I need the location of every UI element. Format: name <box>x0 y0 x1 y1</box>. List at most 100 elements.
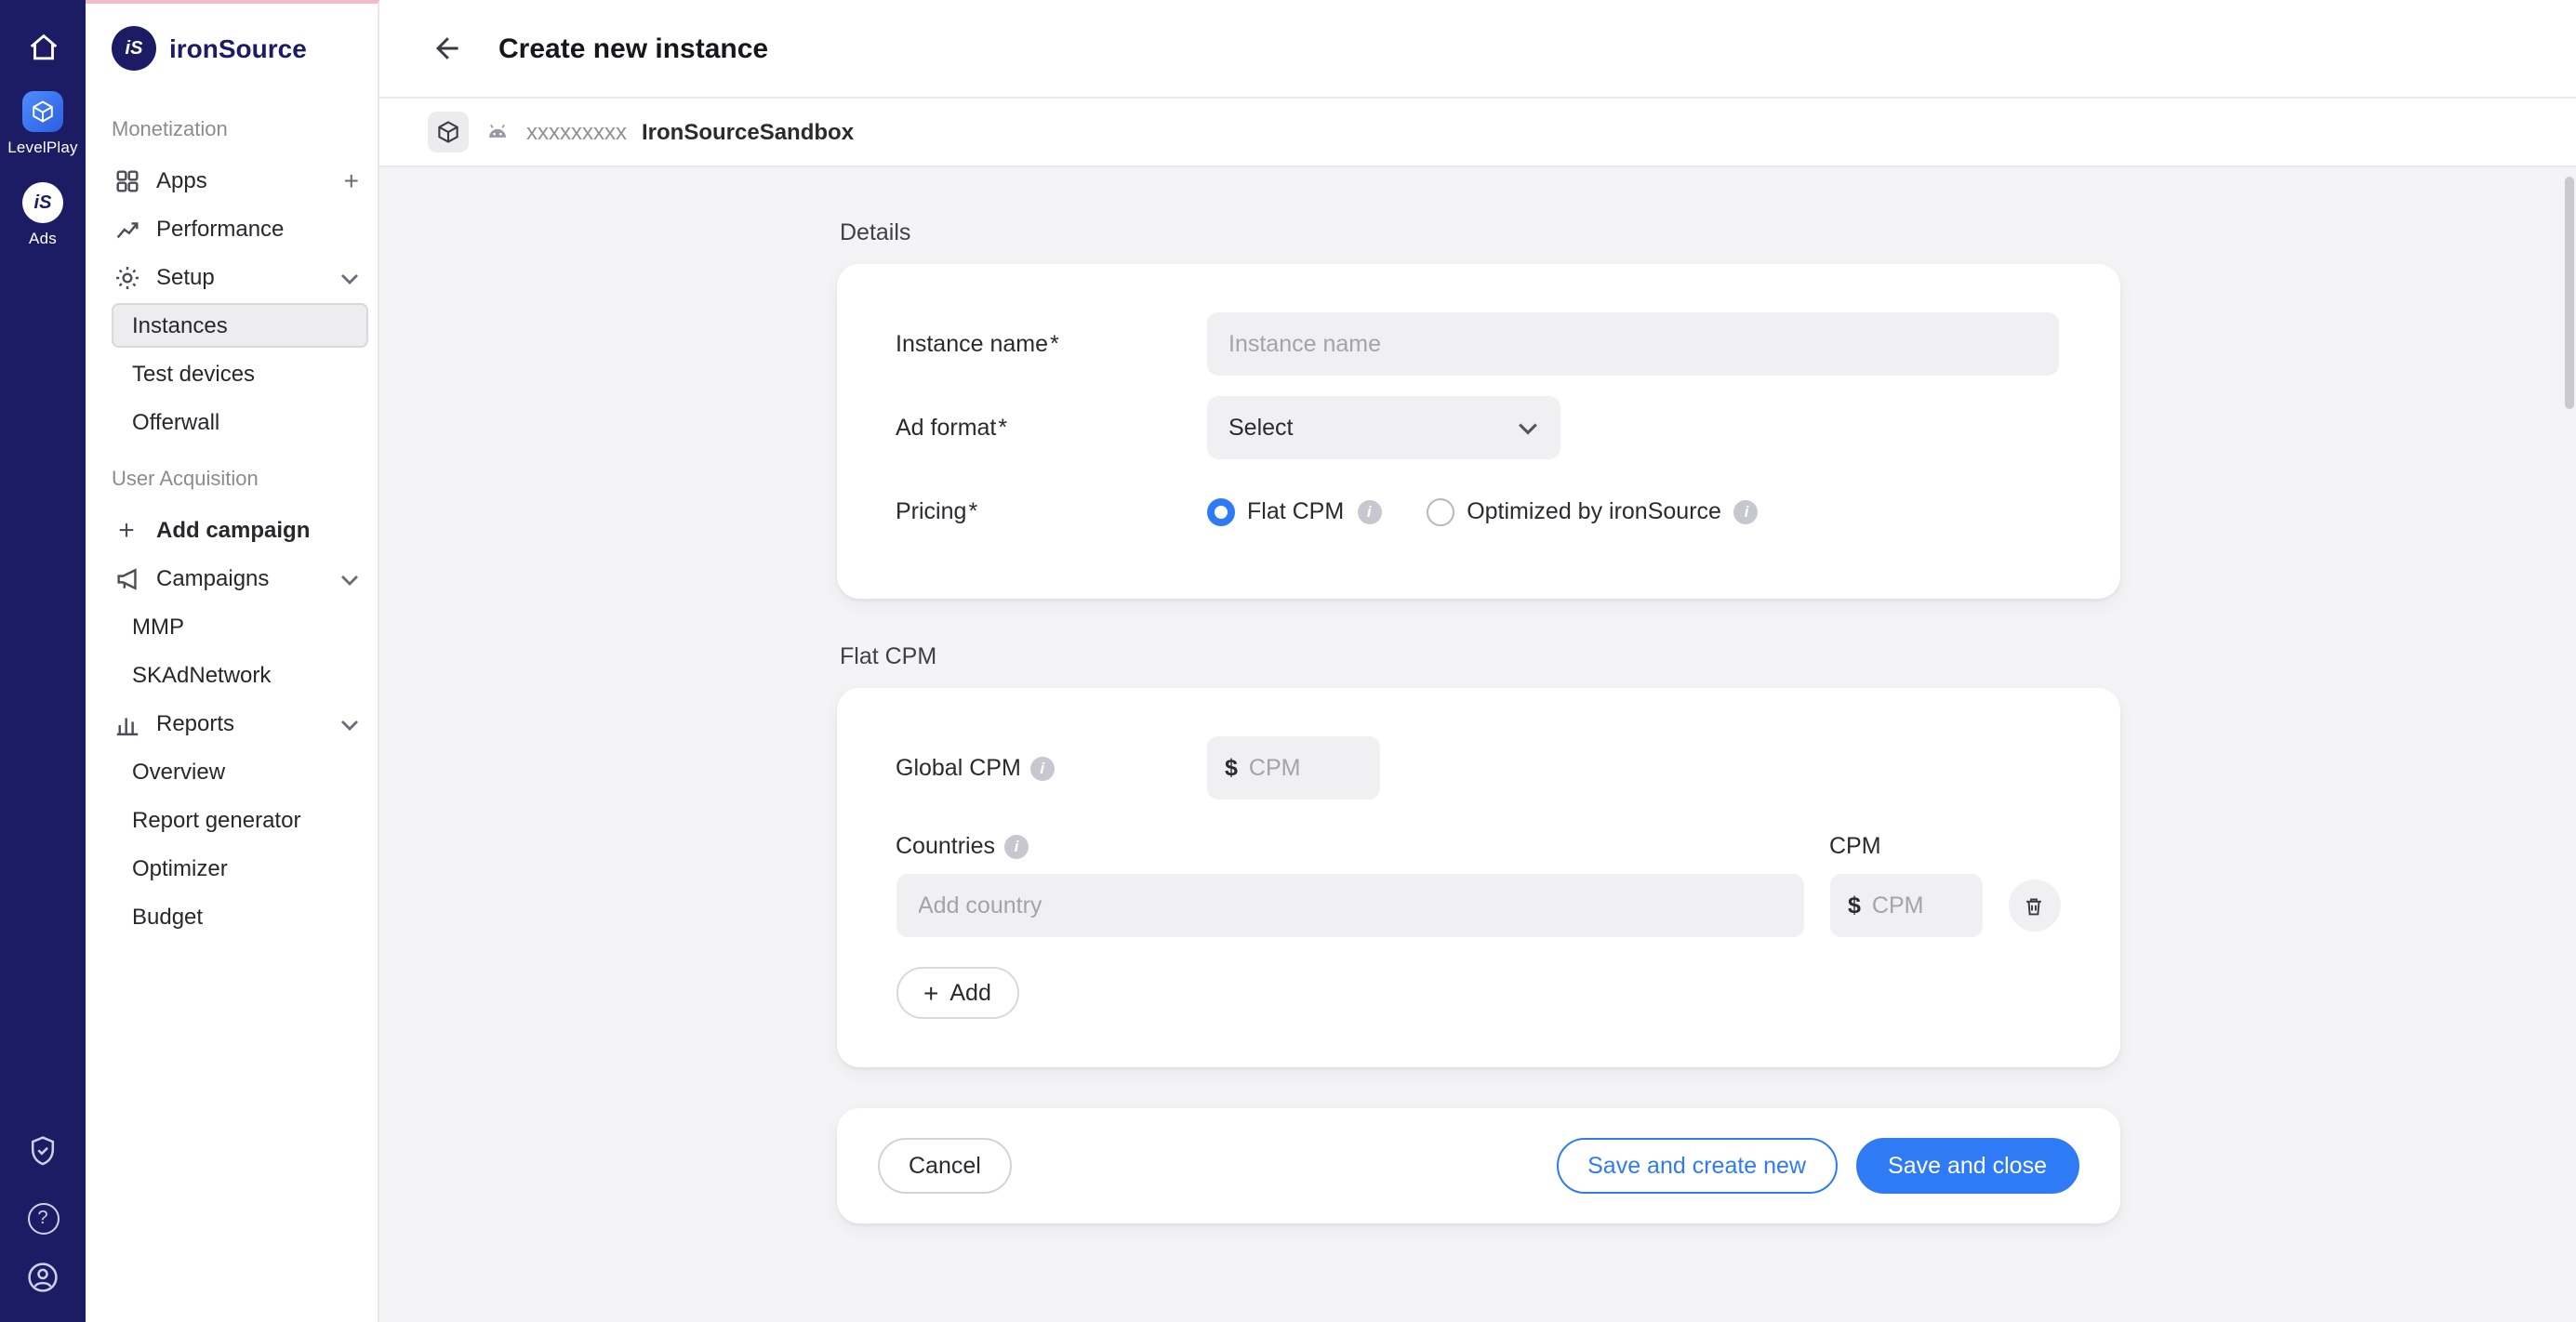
required-asterisk: * <box>998 415 1007 441</box>
required-asterisk: * <box>968 498 977 524</box>
plus-icon: + <box>112 515 141 545</box>
help-icon[interactable]: ? <box>27 1203 59 1235</box>
ironsource-logo-icon: iS <box>112 26 156 71</box>
info-icon[interactable]: i <box>1030 756 1055 780</box>
ad-format-select[interactable]: Select <box>1206 396 1560 459</box>
info-icon[interactable]: i <box>1357 499 1381 523</box>
plus-icon: + <box>923 980 938 1006</box>
brand-logo[interactable]: iS ironSource <box>86 26 378 71</box>
bar-chart-icon <box>112 708 141 738</box>
delete-country-button[interactable] <box>2008 879 2060 932</box>
main-area: Create new instance xxxxxxxxx IronSource… <box>379 0 2576 1322</box>
app-selector-bar: xxxxxxxxx IronSourceSandbox <box>379 99 2576 167</box>
radio-flat-cpm[interactable]: Flat CPM i <box>1206 497 1381 525</box>
required-asterisk: * <box>1050 331 1059 357</box>
radio-unselected-icon <box>1426 497 1454 525</box>
add-country-input[interactable] <box>896 874 1803 937</box>
add-country-button[interactable]: + Add <box>896 967 1019 1019</box>
chevron-down-icon <box>340 710 359 736</box>
app-id: xxxxxxxxx <box>526 119 627 145</box>
radio-label: Optimized by ironSource <box>1467 498 1721 524</box>
sidebar-item-test-devices[interactable]: Test devices <box>112 351 368 396</box>
add-button-label: Add <box>949 980 991 1006</box>
countries-label: Countries i <box>896 833 1829 859</box>
rail-item-label: LevelPlay <box>7 138 78 156</box>
page-title: Create new instance <box>498 33 768 64</box>
chevron-down-icon <box>1517 415 1537 441</box>
sidebar-item-report-generator[interactable]: Report generator <box>112 798 368 842</box>
sidebar: iS ironSource Monetization Apps + Perfor… <box>86 0 379 1322</box>
ad-format-label: Ad format* <box>896 415 1206 441</box>
trash-icon <box>2022 893 2046 918</box>
rail-item-label: Ads <box>29 229 57 247</box>
global-cpm-input[interactable] <box>1249 755 1333 781</box>
form-actions-card: Cancel Save and create new Save and clos… <box>836 1108 2119 1223</box>
flat-cpm-card: Global CPM i $ Countries i CP <box>836 688 2119 1067</box>
instance-name-input[interactable] <box>1206 312 2058 376</box>
sidebar-item-campaigns[interactable]: Campaigns <box>86 554 378 602</box>
sidebar-item-apps[interactable]: Apps + <box>86 156 378 205</box>
sidebar-item-label: Add campaign <box>156 517 359 543</box>
sidebar-item-instances[interactable]: Instances <box>112 303 368 348</box>
sidebar-item-reports[interactable]: Reports <box>86 699 378 747</box>
section-header-monetization: Monetization <box>86 119 378 141</box>
radio-label: Flat CPM <box>1247 498 1344 524</box>
rail-item-ads[interactable]: iS Ads <box>22 182 63 247</box>
performance-chart-icon <box>112 214 141 244</box>
chevron-down-icon <box>340 565 359 591</box>
levelplay-icon <box>22 91 63 132</box>
chevron-down-icon <box>340 264 359 290</box>
app-root: LevelPlay iS Ads ? iS ironSource Monetiz… <box>0 0 2576 1322</box>
save-and-create-new-button[interactable]: Save and create new <box>1556 1138 1838 1194</box>
sidebar-item-budget[interactable]: Budget <box>112 894 368 939</box>
save-and-close-button[interactable]: Save and close <box>1856 1138 2078 1194</box>
country-cpm-input-group: $ <box>1829 874 1982 937</box>
page-header: Create new instance <box>379 0 2576 99</box>
rail-item-levelplay[interactable]: LevelPlay <box>7 91 78 156</box>
rail-item-home[interactable] <box>25 30 60 65</box>
sidebar-item-label: Setup <box>156 264 325 290</box>
home-icon <box>25 30 60 65</box>
android-icon <box>484 118 511 146</box>
app-name: IronSourceSandbox <box>642 119 854 145</box>
sidebar-item-label: Performance <box>156 216 359 242</box>
radio-selected-icon <box>1206 497 1234 525</box>
details-card: Instance name* Ad format* Select Pricing… <box>836 264 2119 599</box>
currency-symbol: $ <box>1848 892 1861 919</box>
app-cube-icon[interactable] <box>428 112 469 152</box>
sidebar-item-label: Reports <box>156 710 325 736</box>
gear-icon <box>112 262 141 292</box>
vertical-scrollbar-thumb[interactable] <box>2565 177 2574 409</box>
ad-format-row: Ad format* Select <box>896 396 2060 459</box>
sidebar-item-offerwall[interactable]: Offerwall <box>112 400 368 444</box>
section-label-flat-cpm: Flat CPM <box>840 643 2119 669</box>
instance-name-label: Instance name* <box>896 331 1206 357</box>
country-columns-header: Countries i CPM <box>896 833 2060 859</box>
megaphone-icon <box>112 563 141 593</box>
sidebar-item-add-campaign[interactable]: + Add campaign <box>86 506 378 554</box>
add-app-icon[interactable]: + <box>344 167 359 193</box>
sidebar-item-setup[interactable]: Setup <box>86 253 378 301</box>
country-cpm-input[interactable] <box>1872 892 1956 919</box>
cpm-column-label: CPM <box>1829 833 2060 859</box>
sidebar-item-skadnetwork[interactable]: SKAdNetwork <box>112 653 368 697</box>
pricing-row: Pricing* Flat CPM i Optimized by ironSou… <box>896 480 2060 543</box>
currency-symbol: $ <box>1225 755 1238 781</box>
info-icon[interactable]: i <box>1734 499 1759 523</box>
select-value: Select <box>1228 415 1294 441</box>
sidebar-item-optimizer[interactable]: Optimizer <box>112 846 368 891</box>
sidebar-item-performance[interactable]: Performance <box>86 205 378 253</box>
sidebar-item-overview[interactable]: Overview <box>112 749 368 794</box>
account-icon[interactable] <box>26 1261 60 1303</box>
radio-optimized[interactable]: Optimized by ironSource i <box>1426 497 1759 525</box>
back-arrow-icon[interactable] <box>428 30 465 67</box>
section-header-user-acquisition: User Acquisition <box>86 469 378 491</box>
privacy-shield-icon[interactable] <box>26 1134 60 1177</box>
rail-bottom-group: ? <box>26 1134 60 1303</box>
sidebar-item-mmp[interactable]: MMP <box>112 604 368 649</box>
country-row: $ <box>896 874 2060 937</box>
global-cpm-row: Global CPM i $ <box>896 736 2060 800</box>
nav-rail: LevelPlay iS Ads ? <box>0 0 86 1322</box>
cancel-button[interactable]: Cancel <box>877 1138 1013 1194</box>
info-icon[interactable]: i <box>1004 834 1029 858</box>
